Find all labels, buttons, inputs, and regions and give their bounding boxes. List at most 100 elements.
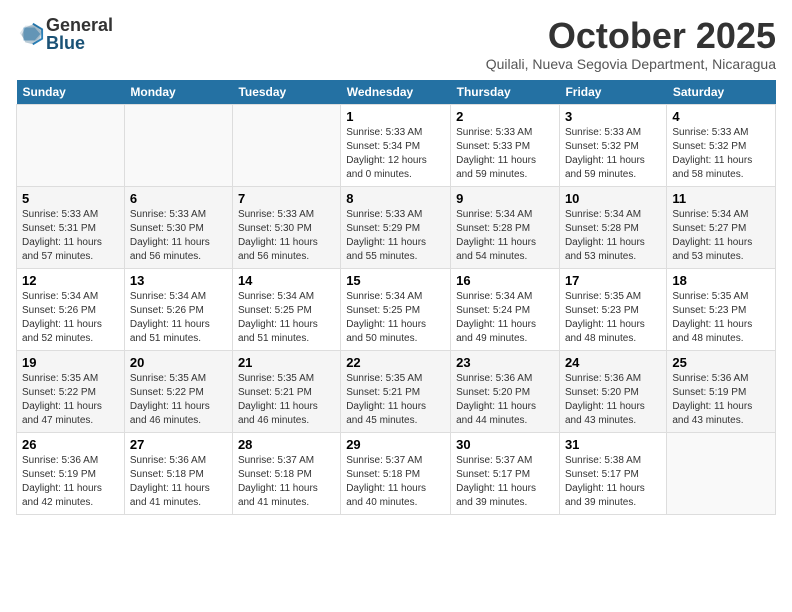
calendar-cell: 5 Sunrise: 5:33 AM Sunset: 5:31 PM Daylig… <box>17 186 125 268</box>
calendar-cell: 2 Sunrise: 5:33 AM Sunset: 5:33 PM Daylig… <box>451 104 560 186</box>
calendar-cell: 30Sunrise: 5:37 AM Sunset: 5:17 PM Dayli… <box>451 432 560 514</box>
day-info: Sunrise: 5:35 AM Sunset: 5:21 PM Dayligh… <box>238 372 335 428</box>
calendar-cell: 31 Sunrise: 5:38 AM Sunset: 5:17 PM Dayli… <box>559 432 666 514</box>
day-info: Sunrise: 5:33 AM Sunset: 5:33 PM Dayligh… <box>456 126 554 182</box>
day-number: 14 <box>238 273 335 288</box>
calendar-cell: 10Sunrise: 5:34 AM Sunset: 5:28 PM Dayli… <box>559 186 666 268</box>
day-number: 7 <box>238 191 335 206</box>
day-info: Sunrise: 5:38 AM Sunset: 5:17 PM Dayligh… <box>565 454 661 510</box>
day-info: Sunrise: 5:36 AM Sunset: 5:20 PM Dayligh… <box>456 372 554 428</box>
title-block: October 2025 Quilali, Nueva Segovia Depa… <box>486 16 776 72</box>
day-number: 25 <box>672 355 770 370</box>
day-info: Sunrise: 5:37 AM Sunset: 5:18 PM Dayligh… <box>346 454 445 510</box>
wednesday-header: Wednesday <box>341 80 451 105</box>
logo-general: General <box>46 16 113 34</box>
day-number: 12 <box>22 273 119 288</box>
day-number: 8 <box>346 191 445 206</box>
day-info: Sunrise: 5:34 AM Sunset: 5:28 PM Dayligh… <box>456 208 554 264</box>
day-number: 27 <box>130 437 227 452</box>
logo-text: General Blue <box>46 16 113 52</box>
calendar-cell: 21 Sunrise: 5:35 AM Sunset: 5:21 PM Dayli… <box>232 350 340 432</box>
calendar-cell: 25 Sunrise: 5:36 AM Sunset: 5:19 PM Dayli… <box>667 350 776 432</box>
calendar-cell: 1 Sunrise: 5:33 AM Sunset: 5:34 PM Daylig… <box>341 104 451 186</box>
calendar-cell <box>124 104 232 186</box>
logo-icon <box>16 20 44 48</box>
day-info: Sunrise: 5:34 AM Sunset: 5:24 PM Dayligh… <box>456 290 554 346</box>
day-info: Sunrise: 5:33 AM Sunset: 5:34 PM Dayligh… <box>346 126 445 182</box>
monday-header: Monday <box>124 80 232 105</box>
day-info: Sunrise: 5:35 AM Sunset: 5:22 PM Dayligh… <box>130 372 227 428</box>
logo-blue: Blue <box>46 34 113 52</box>
day-number: 4 <box>672 109 770 124</box>
calendar-cell: 9 Sunrise: 5:34 AM Sunset: 5:28 PM Daylig… <box>451 186 560 268</box>
calendar-cell: 26Sunrise: 5:36 AM Sunset: 5:19 PM Dayli… <box>17 432 125 514</box>
day-info: Sunrise: 5:33 AM Sunset: 5:32 PM Dayligh… <box>565 126 661 182</box>
day-number: 21 <box>238 355 335 370</box>
calendar-cell: 16 Sunrise: 5:34 AM Sunset: 5:24 PM Dayli… <box>451 268 560 350</box>
calendar-cell: 7 Sunrise: 5:33 AM Sunset: 5:30 PM Daylig… <box>232 186 340 268</box>
day-info: Sunrise: 5:33 AM Sunset: 5:29 PM Dayligh… <box>346 208 445 264</box>
calendar-cell <box>667 432 776 514</box>
day-info: Sunrise: 5:35 AM Sunset: 5:21 PM Dayligh… <box>346 372 445 428</box>
calendar-cell: 6Sunrise: 5:33 AM Sunset: 5:30 PM Daylig… <box>124 186 232 268</box>
friday-header: Friday <box>559 80 666 105</box>
day-number: 24 <box>565 355 661 370</box>
day-info: Sunrise: 5:35 AM Sunset: 5:23 PM Dayligh… <box>672 290 770 346</box>
calendar-cell: 18 Sunrise: 5:35 AM Sunset: 5:23 PM Dayli… <box>667 268 776 350</box>
calendar-cell: 12 Sunrise: 5:34 AM Sunset: 5:26 PM Dayli… <box>17 268 125 350</box>
day-number: 31 <box>565 437 661 452</box>
day-number: 1 <box>346 109 445 124</box>
calendar-cell: 19Sunrise: 5:35 AM Sunset: 5:22 PM Dayli… <box>17 350 125 432</box>
calendar-cell: 15Sunrise: 5:34 AM Sunset: 5:25 PM Dayli… <box>341 268 451 350</box>
month-title: October 2025 <box>486 16 776 56</box>
calendar-cell: 27 Sunrise: 5:36 AM Sunset: 5:18 PM Dayli… <box>124 432 232 514</box>
calendar-week-2: 5 Sunrise: 5:33 AM Sunset: 5:31 PM Daylig… <box>17 186 776 268</box>
calendar-cell: 29 Sunrise: 5:37 AM Sunset: 5:18 PM Dayli… <box>341 432 451 514</box>
day-info: Sunrise: 5:34 AM Sunset: 5:28 PM Dayligh… <box>565 208 661 264</box>
weekday-row: Sunday Monday Tuesday Wednesday Thursday… <box>17 80 776 105</box>
calendar-cell: 23Sunrise: 5:36 AM Sunset: 5:20 PM Dayli… <box>451 350 560 432</box>
day-info: Sunrise: 5:36 AM Sunset: 5:19 PM Dayligh… <box>672 372 770 428</box>
calendar-header: Sunday Monday Tuesday Wednesday Thursday… <box>17 80 776 105</box>
calendar-cell: 28Sunrise: 5:37 AM Sunset: 5:18 PM Dayli… <box>232 432 340 514</box>
day-number: 19 <box>22 355 119 370</box>
day-number: 20 <box>130 355 227 370</box>
day-info: Sunrise: 5:33 AM Sunset: 5:31 PM Dayligh… <box>22 208 119 264</box>
tuesday-header: Tuesday <box>232 80 340 105</box>
day-info: Sunrise: 5:36 AM Sunset: 5:18 PM Dayligh… <box>130 454 227 510</box>
calendar-cell: 4 Sunrise: 5:33 AM Sunset: 5:32 PM Daylig… <box>667 104 776 186</box>
day-info: Sunrise: 5:37 AM Sunset: 5:17 PM Dayligh… <box>456 454 554 510</box>
day-info: Sunrise: 5:34 AM Sunset: 5:26 PM Dayligh… <box>22 290 119 346</box>
day-number: 13 <box>130 273 227 288</box>
day-number: 2 <box>456 109 554 124</box>
calendar-cell <box>17 104 125 186</box>
calendar-cell: 22 Sunrise: 5:35 AM Sunset: 5:21 PM Dayli… <box>341 350 451 432</box>
day-info: Sunrise: 5:33 AM Sunset: 5:32 PM Dayligh… <box>672 126 770 182</box>
calendar-body: 1 Sunrise: 5:33 AM Sunset: 5:34 PM Daylig… <box>17 104 776 514</box>
day-info: Sunrise: 5:34 AM Sunset: 5:25 PM Dayligh… <box>238 290 335 346</box>
day-number: 29 <box>346 437 445 452</box>
calendar-week-1: 1 Sunrise: 5:33 AM Sunset: 5:34 PM Daylig… <box>17 104 776 186</box>
calendar-week-3: 12 Sunrise: 5:34 AM Sunset: 5:26 PM Dayli… <box>17 268 776 350</box>
calendar-cell: 3Sunrise: 5:33 AM Sunset: 5:32 PM Daylig… <box>559 104 666 186</box>
day-number: 28 <box>238 437 335 452</box>
day-number: 11 <box>672 191 770 206</box>
calendar-cell <box>232 104 340 186</box>
day-number: 18 <box>672 273 770 288</box>
day-info: Sunrise: 5:34 AM Sunset: 5:26 PM Dayligh… <box>130 290 227 346</box>
day-info: Sunrise: 5:33 AM Sunset: 5:30 PM Dayligh… <box>238 208 335 264</box>
calendar-table: Sunday Monday Tuesday Wednesday Thursday… <box>16 80 776 515</box>
day-number: 5 <box>22 191 119 206</box>
saturday-header: Saturday <box>667 80 776 105</box>
calendar-cell: 17Sunrise: 5:35 AM Sunset: 5:23 PM Dayli… <box>559 268 666 350</box>
page-header: General Blue October 2025 Quilali, Nueva… <box>16 16 776 72</box>
calendar-cell: 14 Sunrise: 5:34 AM Sunset: 5:25 PM Dayli… <box>232 268 340 350</box>
logo: General Blue <box>16 16 113 52</box>
day-number: 15 <box>346 273 445 288</box>
day-number: 17 <box>565 273 661 288</box>
calendar-cell: 8 Sunrise: 5:33 AM Sunset: 5:29 PM Daylig… <box>341 186 451 268</box>
day-number: 9 <box>456 191 554 206</box>
day-number: 26 <box>22 437 119 452</box>
day-number: 22 <box>346 355 445 370</box>
day-number: 16 <box>456 273 554 288</box>
